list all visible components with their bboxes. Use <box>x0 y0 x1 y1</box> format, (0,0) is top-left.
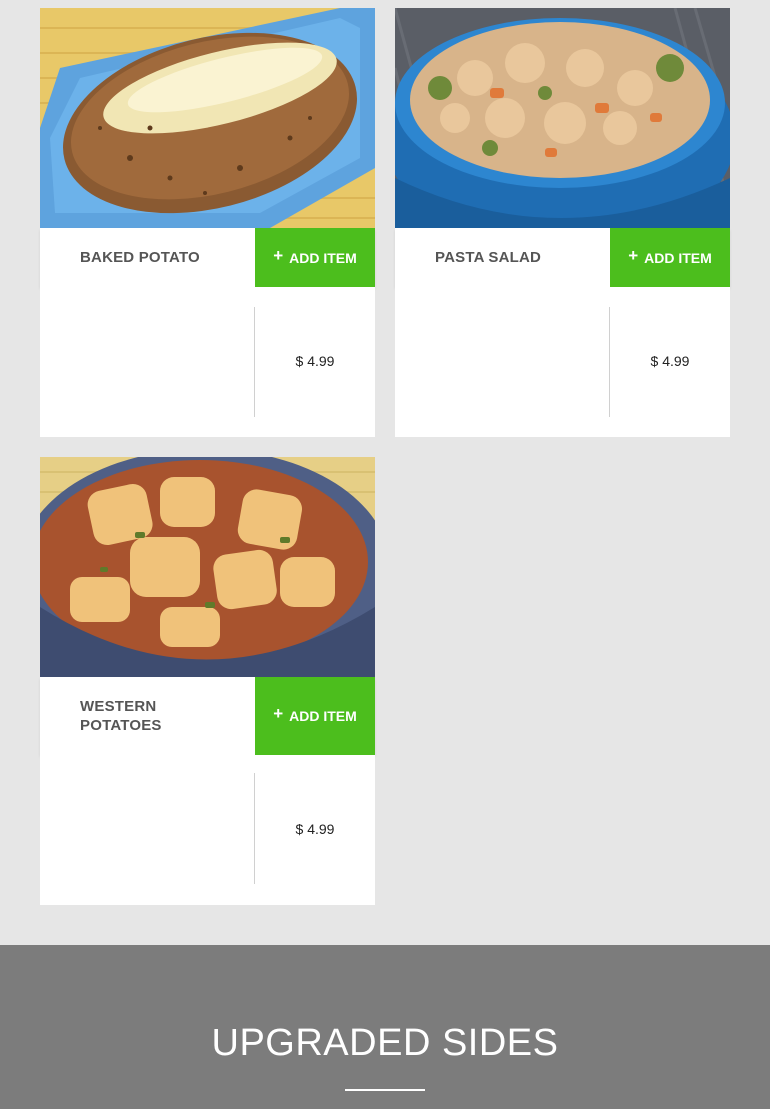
upgraded-sides-section: UPGRADED SIDES <box>0 945 770 1109</box>
add-item-button[interactable]: + ADD ITEM <box>255 228 375 287</box>
item-name-bar: BAKED POTATO + ADD ITEM <box>40 228 375 287</box>
menu-item-card: WESTERN POTATOES + ADD ITEM $ 4.99 <box>40 457 375 905</box>
add-item-label: ADD ITEM <box>289 708 357 724</box>
pasta-salad-photo[interactable] <box>395 8 730 228</box>
section-title: UPGRADED SIDES <box>211 1022 559 1064</box>
item-price: $ 4.99 <box>295 353 335 369</box>
western-potatoes-photo[interactable] <box>40 457 375 677</box>
item-name-bar: WESTERN POTATOES + ADD ITEM <box>40 677 375 755</box>
plus-icon: + <box>273 245 284 265</box>
menu-item-card: BAKED POTATO + ADD ITEM $ 4.99 <box>40 8 375 437</box>
item-price-area: $ 4.99 <box>395 287 730 437</box>
item-name-bar: PASTA SALAD + ADD ITEM <box>395 228 730 287</box>
baked-potato-photo[interactable] <box>40 8 375 228</box>
add-item-button[interactable]: + ADD ITEM <box>255 677 375 755</box>
item-name: WESTERN POTATOES <box>80 698 162 734</box>
item-price-area: $ 4.99 <box>40 287 375 437</box>
item-price: $ 4.99 <box>650 353 690 369</box>
add-item-label: ADD ITEM <box>289 249 357 266</box>
item-name: BAKED POTATO <box>80 249 200 266</box>
item-price-area: $ 4.99 <box>40 755 375 905</box>
item-name: PASTA SALAD <box>435 249 542 266</box>
add-item-button[interactable]: + ADD ITEM <box>610 228 730 287</box>
title-underline <box>345 1089 425 1091</box>
plus-icon: + <box>273 704 284 723</box>
plus-icon: + <box>628 245 639 265</box>
menu-item-card: PASTA SALAD + ADD ITEM $ 4.99 <box>395 8 730 437</box>
item-price: $ 4.99 <box>295 821 335 837</box>
add-item-label: ADD ITEM <box>644 249 712 266</box>
